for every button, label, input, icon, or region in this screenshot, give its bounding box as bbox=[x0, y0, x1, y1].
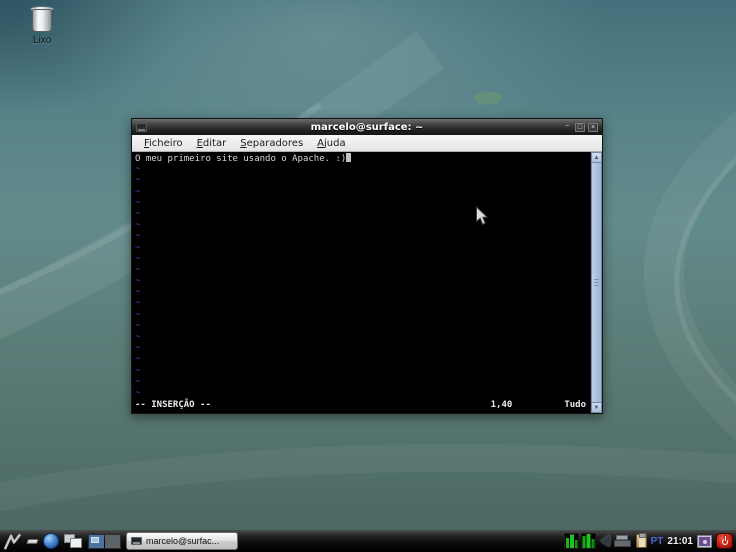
volume-arrow-icon bbox=[599, 535, 610, 547]
menu-label: eparadores bbox=[246, 137, 304, 149]
task-button[interactable]: marcelo@surfac... bbox=[126, 532, 238, 550]
power-button[interactable] bbox=[716, 533, 733, 549]
vim-tilde: ~ bbox=[135, 208, 141, 219]
terminal-icon bbox=[131, 537, 142, 545]
vim-tilde: ~ bbox=[135, 175, 141, 186]
terminal-window: marcelo@surface: ~ − □ × Ficheiro Editar… bbox=[131, 118, 603, 414]
close-button[interactable]: × bbox=[588, 122, 598, 132]
vim-tilde: ~ bbox=[135, 365, 141, 376]
trash-can-icon bbox=[22, 6, 62, 32]
file-manager-icon bbox=[64, 533, 83, 549]
user-switcher-button[interactable] bbox=[697, 534, 712, 548]
vim-tilde: ~ bbox=[135, 309, 141, 320]
vim-tilde: ~ bbox=[135, 242, 141, 253]
vim-tilde: ~ bbox=[135, 354, 141, 365]
menu-item-separadores[interactable]: Separadores bbox=[233, 138, 310, 149]
vim-text: O meu primeiro site usando o Apache. :) bbox=[135, 154, 347, 164]
maximize-button[interactable]: □ bbox=[575, 122, 585, 132]
system-tray: PT 21:01 bbox=[563, 533, 733, 549]
vim-tilde: ~ bbox=[135, 264, 141, 275]
menu-item-editar[interactable]: Editar bbox=[190, 138, 234, 149]
vim-text-line: O meu primeiro site usando o Apache. :) bbox=[135, 153, 590, 164]
vim-ruler: 1,40 bbox=[490, 399, 513, 410]
cpu-graph-icon bbox=[563, 533, 579, 549]
menu-item-ficheiro[interactable]: Ficheiro bbox=[137, 138, 190, 149]
desktop-background: Lixo marcelo@surface: ~ − □ × Ficheiro E… bbox=[0, 0, 736, 552]
menu-button[interactable] bbox=[3, 532, 22, 551]
network-tray-icon[interactable] bbox=[613, 534, 632, 548]
vim-block-cursor bbox=[346, 153, 352, 162]
vim-tilde: ~ bbox=[135, 220, 141, 231]
vim-scroll-position: Tudo bbox=[564, 399, 586, 410]
window-title: marcelo@surface: ~ bbox=[310, 121, 424, 133]
mouse-pointer-icon bbox=[476, 206, 489, 225]
scroll-thumb[interactable] bbox=[591, 163, 602, 402]
menu-label: juda bbox=[324, 137, 346, 149]
vim-tilde: ~ bbox=[135, 287, 141, 298]
menu-label: icheiro bbox=[149, 137, 183, 149]
title-bar[interactable]: marcelo@surface: ~ − □ × bbox=[132, 119, 602, 135]
vim-mode-indicator: -- INSERÇÃO -- bbox=[135, 399, 211, 410]
vim-tilde: ~ bbox=[135, 231, 141, 242]
minimize-button[interactable]: − bbox=[562, 123, 572, 132]
terminal-screen[interactable]: O meu primeiro site usando o Apache. :) … bbox=[132, 152, 590, 413]
file-manager-launcher[interactable] bbox=[64, 533, 83, 549]
lxde-logo-icon bbox=[3, 533, 22, 550]
task-button-label: marcelo@surfac... bbox=[146, 536, 220, 546]
trash-icon[interactable]: Lixo bbox=[22, 6, 62, 46]
show-desktop-button[interactable] bbox=[26, 538, 39, 544]
menu-accel: A bbox=[317, 137, 325, 149]
browser-launcher[interactable] bbox=[43, 533, 59, 549]
net-graph-icon bbox=[580, 533, 596, 549]
scroll-up-button[interactable]: ▲ bbox=[591, 152, 602, 163]
vim-tilde: ~ bbox=[135, 376, 141, 387]
vim-tilde: ~ bbox=[135, 387, 141, 398]
keyboard-layout-indicator[interactable]: PT bbox=[651, 536, 664, 547]
menu-label: ditar bbox=[202, 137, 227, 149]
vim-tilde: ~ bbox=[135, 164, 141, 175]
clipboard-tray-icon[interactable] bbox=[635, 533, 647, 548]
scroll-down-button[interactable]: ▼ bbox=[591, 402, 602, 413]
menu-bar: Ficheiro Editar Separadores Ajuda bbox=[132, 135, 602, 152]
vim-tilde: ~ bbox=[135, 320, 141, 331]
workspace-1-button[interactable] bbox=[89, 534, 104, 548]
volume-button[interactable] bbox=[599, 535, 610, 547]
vim-tilde: ~ bbox=[135, 332, 141, 342]
scroll-thumb-grip bbox=[594, 278, 599, 287]
workspace-window-thumb bbox=[91, 536, 99, 543]
vim-tilde: ~ bbox=[135, 276, 141, 287]
vim-status-bar: -- INSERÇÃO -- 1,40 Tudo bbox=[135, 400, 590, 413]
menu-item-ajuda[interactable]: Ajuda bbox=[310, 138, 352, 149]
vim-tilde: ~ bbox=[135, 343, 141, 354]
clock[interactable]: 21:01 bbox=[667, 536, 693, 547]
scrollbar[interactable]: ▲ ▼ bbox=[590, 152, 602, 413]
globe-icon bbox=[43, 533, 59, 549]
network-device-bottom bbox=[613, 540, 631, 547]
vim-tilde: ~ bbox=[135, 298, 141, 309]
taskbar: marcelo@surfac... PT 21:01 bbox=[0, 530, 736, 552]
vim-tildes: ~ ~ ~ ~ ~ ~ ~ ~ ~ ~ ~ ~ ~ ~ ~ ~ ~ ~ ~ ~ ~ bbox=[135, 164, 590, 399]
workspace-pager bbox=[88, 533, 121, 549]
vim-tilde: ~ bbox=[135, 253, 141, 264]
vim-tilde: ~ bbox=[135, 197, 141, 208]
show-desktop-icon bbox=[26, 538, 39, 544]
workspace-2-button[interactable] bbox=[105, 534, 120, 548]
trash-label: Lixo bbox=[32, 35, 52, 46]
vim-tilde: ~ bbox=[135, 186, 141, 197]
cpu-graph-widget[interactable] bbox=[563, 533, 596, 549]
